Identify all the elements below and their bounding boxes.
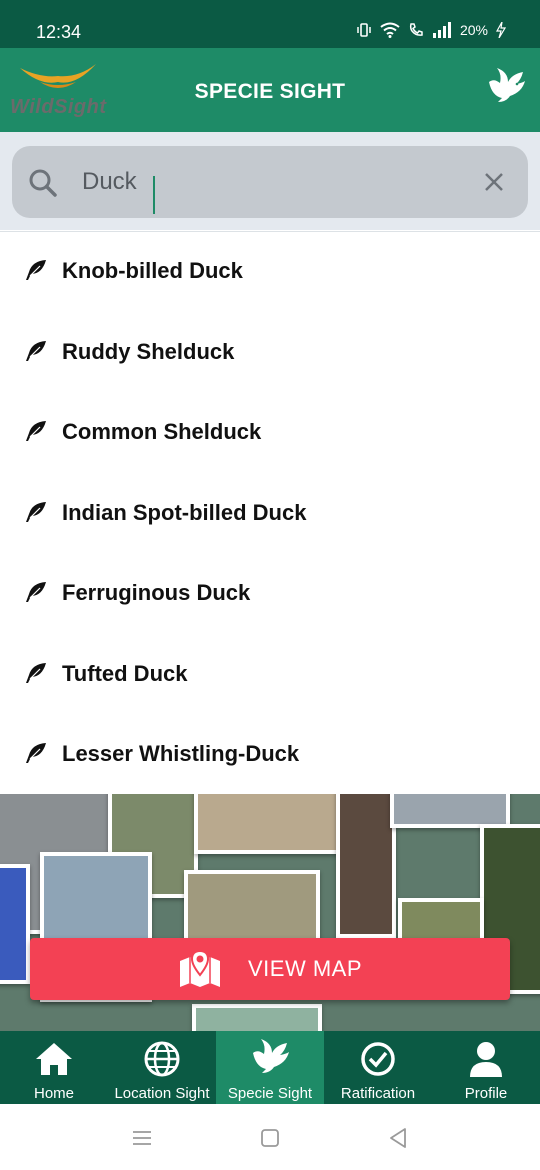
call-icon bbox=[409, 23, 423, 36]
feather-icon bbox=[26, 502, 46, 522]
person-icon bbox=[470, 1042, 502, 1077]
bird-photo bbox=[336, 794, 396, 938]
list-item-label: Ferruginous Duck bbox=[62, 580, 251, 605]
bird-button[interactable] bbox=[486, 68, 526, 108]
feather-icon bbox=[26, 341, 46, 361]
nav-item-ratification[interactable]: Ratification bbox=[324, 1031, 432, 1104]
nav-item-location-sight[interactable]: Location Sight bbox=[108, 1031, 216, 1104]
bottom-nav: Home Location Sight Specie Sight Ratific… bbox=[0, 1031, 540, 1104]
page-title: SPECIE SIGHT bbox=[194, 80, 346, 103]
results-list: Knob-billed Duck Ruddy Shelduck Common S… bbox=[0, 231, 540, 794]
back-icon[interactable] bbox=[386, 1126, 410, 1150]
list-item[interactable]: Tufted Duck bbox=[0, 635, 540, 715]
home-button-icon[interactable] bbox=[258, 1126, 282, 1150]
nav-item-home[interactable]: Home bbox=[0, 1031, 108, 1104]
vibrate-icon bbox=[357, 23, 371, 37]
clear-icon[interactable] bbox=[482, 170, 506, 194]
wifi-icon bbox=[380, 22, 400, 38]
system-nav-bar bbox=[0, 1104, 540, 1170]
nav-label: Location Sight bbox=[114, 1085, 210, 1102]
app-header: WildSight SPECIE SIGHT bbox=[0, 48, 540, 132]
list-item[interactable]: Lesser Whistling-Duck bbox=[0, 715, 540, 795]
list-item[interactable]: Ruddy Shelduck bbox=[0, 313, 540, 393]
search-icon bbox=[29, 169, 57, 197]
feather-icon bbox=[26, 582, 46, 602]
status-time: 12:34 bbox=[36, 22, 82, 42]
nav-label: Home bbox=[33, 1085, 74, 1102]
home-icon bbox=[36, 1043, 72, 1075]
list-item-label: Common Shelduck bbox=[62, 419, 262, 444]
list-item-label: Indian Spot-billed Duck bbox=[62, 500, 307, 525]
bird-photo bbox=[194, 794, 342, 854]
globe-icon bbox=[144, 1041, 180, 1077]
charging-icon bbox=[496, 22, 506, 38]
view-map-label: VIEW MAP bbox=[247, 956, 362, 981]
search-box[interactable] bbox=[12, 146, 528, 218]
feather-icon bbox=[26, 421, 46, 441]
bird-photo bbox=[390, 794, 510, 828]
feather-icon bbox=[26, 260, 46, 280]
bird-icon bbox=[253, 1039, 289, 1073]
search-input[interactable] bbox=[82, 162, 482, 202]
list-item[interactable]: Knob-billed Duck bbox=[0, 232, 540, 312]
list-item-label: Knob-billed Duck bbox=[62, 258, 243, 283]
battery-level: 20% bbox=[459, 22, 488, 38]
list-item-label: Lesser Whistling-Duck bbox=[62, 741, 300, 766]
nav-label: Ratification bbox=[340, 1085, 416, 1102]
list-item[interactable]: Ferruginous Duck bbox=[0, 554, 540, 634]
bird-photo bbox=[192, 1004, 322, 1031]
list-item-label: Tufted Duck bbox=[62, 661, 188, 686]
map-pin-icon bbox=[179, 949, 220, 987]
feather-icon bbox=[26, 743, 46, 763]
status-bar: 12:34 20% bbox=[0, 0, 540, 48]
check-circle-icon bbox=[361, 1042, 395, 1076]
view-map-button[interactable]: VIEW MAP bbox=[30, 938, 510, 1000]
list-item[interactable]: Common Shelduck bbox=[0, 393, 540, 473]
signal-icon bbox=[432, 22, 451, 38]
nav-item-specie-sight[interactable]: Specie Sight bbox=[216, 1031, 324, 1104]
recents-icon[interactable] bbox=[130, 1126, 154, 1150]
list-item[interactable]: Indian Spot-billed Duck bbox=[0, 474, 540, 554]
status-icons: 20% bbox=[356, 22, 506, 38]
feather-icon bbox=[26, 663, 46, 683]
nav-item-profile[interactable]: Profile bbox=[432, 1031, 540, 1104]
list-item-label: Ruddy Shelduck bbox=[62, 339, 235, 364]
nav-label: Specie Sight bbox=[227, 1085, 313, 1102]
search-area bbox=[0, 132, 540, 230]
text-caret bbox=[153, 176, 155, 214]
bird-icon bbox=[489, 68, 525, 102]
nav-label: Profile bbox=[464, 1085, 508, 1102]
bird-photo bbox=[0, 864, 30, 984]
